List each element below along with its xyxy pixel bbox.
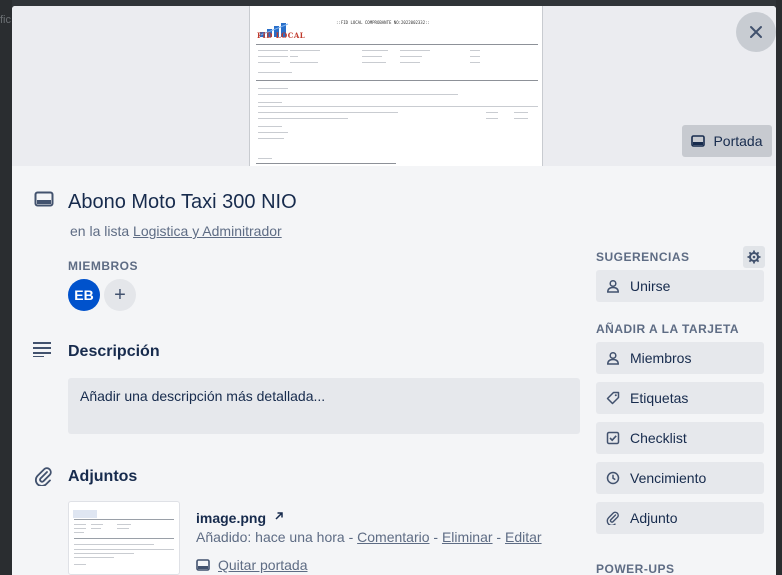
description-input[interactable]: Añadir una descripción más detallada... [68,378,580,434]
edit-link[interactable]: Editar [505,529,542,545]
suggestions-label: SUGERENCIAS [596,250,690,264]
paperclip-icon [35,467,52,486]
due-date-button-label: Vencimiento [630,470,707,486]
description-heading: Descripción [68,343,160,360]
person-icon [607,279,619,293]
members-button-label: Miembros [630,350,692,366]
card-title[interactable]: Abono Moto Taxi 300 NIO [68,191,297,214]
attachments-heading: Adjuntos [68,468,138,485]
cover-button-label: Portada [713,133,763,149]
cover-button[interactable]: Portada [682,125,772,157]
join-button[interactable]: Unirse [596,270,764,302]
checklist-button[interactable]: Checklist [596,422,764,454]
list-link[interactable]: Logistica y Adminitrador [133,223,282,239]
separator: - [492,529,505,545]
receipt-brand: FID LOCAL [257,31,306,40]
backdrop-right-strip [776,0,782,575]
labels-button-label: Etiquetas [630,390,689,406]
list-reference: en la lista Logistica y Adminitrador [70,223,282,239]
delete-link[interactable]: Eliminar [442,529,493,545]
description-icon [33,342,51,357]
card-icon [691,135,706,147]
card-cover: FID LOCAL ::FID LOCAL COMPROBANTE NO:202… [12,6,776,166]
attachment-added: Añadido: hace una hora [196,529,345,545]
due-date-button[interactable]: Vencimiento [596,462,764,494]
labels-button[interactable]: Etiquetas [596,382,764,414]
checklist-icon [606,431,620,445]
attachment-meta: Añadido: hace una hora - Comentario - El… [196,529,542,545]
remove-cover-row[interactable]: Quitar portada [196,557,308,573]
attachment-button[interactable]: Adjunto [596,502,764,534]
receipt-header: ::FID LOCAL COMPROBANTE NO:2022002332:: [336,20,430,25]
remove-cover-link[interactable]: Quitar portada [218,557,308,573]
card-icon [34,191,54,207]
join-label: Unirse [630,278,671,294]
close-button[interactable] [736,12,776,52]
card-detail-modal: FID LOCAL ::FID LOCAL COMPROBANTE NO:202… [12,6,776,575]
paperclip-icon [606,511,619,525]
cover-image: FID LOCAL ::FID LOCAL COMPROBANTE NO:202… [249,6,543,166]
backdrop-text: fic [0,14,11,26]
avatar[interactable]: EB [68,279,100,311]
attachment-thumbnail[interactable] [68,501,180,575]
add-member-button[interactable]: + [104,279,136,311]
list-prefix: en la lista [70,223,130,239]
members-button[interactable]: Miembros [596,342,764,374]
attachment-filename[interactable]: image.png [196,510,266,526]
separator: - [344,529,358,545]
comment-link[interactable]: Comentario [357,529,429,545]
attachment-button-label: Adjunto [630,510,678,526]
tag-icon [606,391,620,405]
backdrop-left-strip: fic [0,0,12,575]
checklist-button-label: Checklist [630,430,687,446]
members-label: MIEMBROS [68,259,138,273]
separator: - [429,529,442,545]
suggestions-settings-button[interactable] [743,246,765,268]
close-icon [750,26,762,38]
card-icon [196,559,210,571]
external-link-icon[interactable] [274,511,284,521]
person-icon [607,351,619,365]
powerups-label: POWER-UPS [596,562,675,575]
gear-icon [747,250,761,264]
add-to-card-label: AÑADIR A LA TARJETA [596,322,740,336]
clock-icon [606,471,620,485]
